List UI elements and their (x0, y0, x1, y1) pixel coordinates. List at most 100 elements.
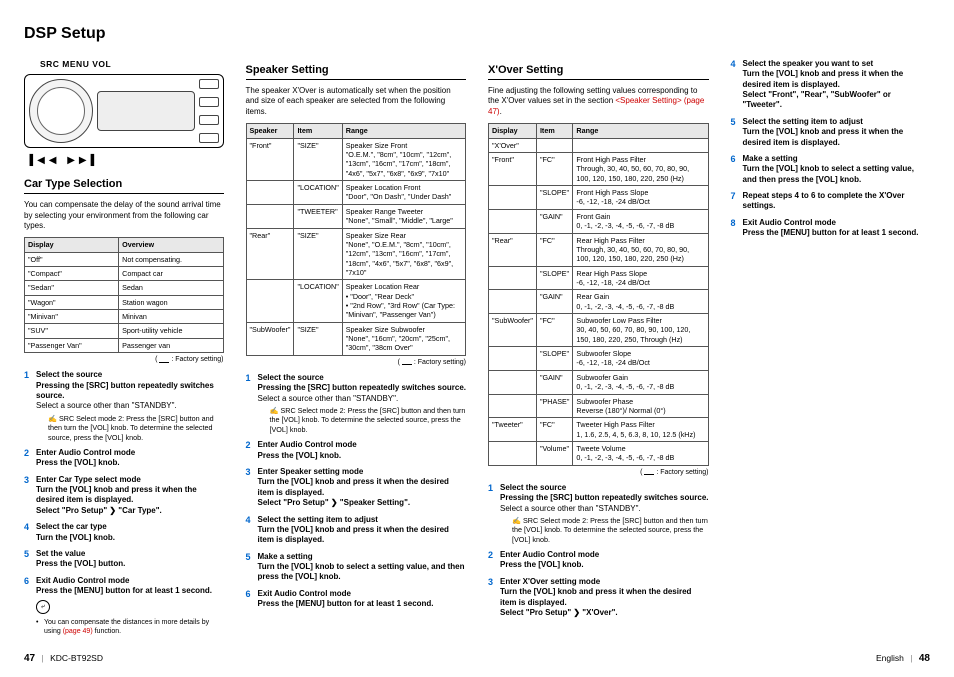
table-cell (489, 186, 537, 210)
step-note: SRC Select mode 2: Press the [SRC] butto… (512, 516, 709, 544)
table-cell: "Passenger Van" (25, 338, 119, 352)
table-cell: Speaker Location Front"Door", "On Dash",… (342, 181, 465, 205)
table-cell: "SubWoofer" (246, 322, 294, 355)
table-cell: "Sedan" (25, 281, 119, 295)
device-illustration (24, 74, 224, 148)
speaker-intro: The speaker X'Over is automatically set … (246, 86, 467, 117)
table-cell (573, 138, 708, 152)
table-cell: "GAIN" (536, 209, 572, 233)
factory-note: ( : Factory setting) (24, 355, 224, 364)
step-note: SRC Select mode 2: Press the [SRC] butto… (270, 406, 467, 434)
table-cell: Passenger van (119, 338, 223, 352)
table-cell: Sedan (119, 281, 223, 295)
table-cell: "SIZE" (294, 228, 342, 280)
car-type-title: Car Type Selection (24, 177, 224, 194)
table-cell: "SIZE" (294, 138, 342, 180)
table-cell: "Front" (489, 152, 537, 185)
step-note: Select a source other than "STANDBY". (36, 401, 224, 411)
table-cell (246, 181, 294, 205)
step-body: Turn the [VOL] knob and press it when th… (500, 587, 709, 608)
table-cell (489, 370, 537, 394)
step-head: Enter Audio Control mode (258, 440, 467, 450)
table-cell: "LOCATION" (294, 181, 342, 205)
table-cell (489, 394, 537, 418)
step-note: SRC Select mode 2: Press the [SRC] butto… (48, 414, 224, 442)
table-cell: Front High Pass Slope-6, -12, -18, -24 d… (573, 186, 708, 210)
xover-table: Display Item Range "X'Over" "Front""FC"F… (488, 123, 709, 465)
table-cell (489, 266, 537, 290)
table-cell: "FC" (536, 233, 572, 266)
table-cell: "SUV" (25, 324, 119, 338)
table-cell: Subwoofer Slope-6, -12, -18, -24 dB/Oct (573, 347, 708, 371)
step-body: Turn the [VOL] knob and press it when th… (258, 477, 467, 498)
table-cell (489, 441, 537, 465)
table-cell: Sport-utility vehicle (119, 324, 223, 338)
table-cell: "PHASE" (536, 394, 572, 418)
factory-note-2: ( : Factory setting) (246, 358, 467, 367)
step-head: Exit Audio Control mode (743, 218, 931, 228)
step-body: Press the [VOL] knob. (36, 458, 224, 468)
table-cell: Rear Gain0, -1, -2, -3, -4, -5, -6, -7, … (573, 290, 708, 314)
speaker-table: Speaker Item Range "Front""SIZE"Speaker … (246, 123, 467, 356)
table-cell: "Compact" (25, 267, 119, 281)
step-body: Press the [MENU] button for at least 1 s… (36, 586, 224, 596)
table-cell: "SIZE" (294, 322, 342, 355)
table-cell: Speaker Size Subwoofer"None", "16cm", "2… (342, 322, 465, 355)
speaker-title: Speaker Setting (246, 63, 467, 80)
table-cell: "LOCATION" (294, 280, 342, 322)
step-head: Select the setting item to adjust (743, 117, 931, 127)
table-cell: "Tweeter" (489, 418, 537, 442)
table-cell (489, 209, 537, 233)
step-head: Select the setting item to adjust (258, 515, 467, 525)
step-head: Enter Car Type select mode (36, 475, 224, 485)
step-body: Turn the [VOL] knob to select a setting … (743, 164, 931, 185)
step-body: Press the [MENU] button for at least 1 s… (258, 599, 467, 609)
table-cell: "FC" (536, 314, 572, 347)
table-cell (246, 204, 294, 228)
step-note: Select a source other than "STANDBY". (258, 394, 467, 404)
table-cell (246, 280, 294, 322)
step-body: Select "Pro Setup" ❯ "Speaker Setting". (258, 498, 467, 508)
transport-icons: ▐◀◀ ▶▶▌ (26, 154, 224, 167)
step-body: Turn the [VOL] knob and press it when th… (36, 485, 224, 506)
step-note: Select a source other than "STANDBY". (500, 504, 709, 514)
table-cell: Front Gain0, -1, -2, -3, -4, -5, -6, -7,… (573, 209, 708, 233)
table-cell: Compact car (119, 267, 223, 281)
step-head: Set the value (36, 549, 224, 559)
table-cell: "Off" (25, 252, 119, 266)
step-body: Turn the [VOL] knob and press it when th… (743, 69, 931, 90)
speaker-steps: Select the sourcePressing the [SRC] butt… (246, 373, 467, 610)
table-cell: "FC" (536, 418, 572, 442)
table-cell: Subwoofer Low Pass Filter30, 40, 50, 60,… (573, 314, 708, 347)
table-cell: "GAIN" (536, 290, 572, 314)
step-body: Pressing the [SRC] button repeatedly swi… (36, 381, 224, 402)
table-cell: "X'Over" (489, 138, 537, 152)
step-head: Enter X'Over setting mode (500, 577, 709, 587)
table-cell: "SLOPE" (536, 347, 572, 371)
table-cell: Rear High Pass FilterThrough, 30, 40, 50… (573, 233, 708, 266)
step-body: Pressing the [SRC] button repeatedly swi… (500, 493, 709, 503)
step-body: Select "Pro Setup" ❯ "X'Over". (500, 608, 709, 618)
step-body: Turn the [VOL] knob and press it when th… (743, 127, 931, 148)
table-cell (489, 347, 537, 371)
step-body: Select "Front", "Rear", "SubWoofer" or "… (743, 90, 931, 111)
table-cell: Front High Pass FilterThrough, 30, 40, 5… (573, 152, 708, 185)
xover-steps: Select the sourcePressing the [SRC] butt… (488, 483, 709, 619)
th-display: Display (25, 238, 119, 252)
table-cell (489, 290, 537, 314)
table-cell: "Volume" (536, 441, 572, 465)
xover-steps-cont: Select the speaker you want to setTurn t… (731, 59, 931, 239)
table-cell: "SLOPE" (536, 266, 572, 290)
table-cell: "GAIN" (536, 370, 572, 394)
step-body: Turn the [VOL] knob. (36, 533, 224, 543)
table-cell: "Wagon" (25, 295, 119, 309)
page-title: DSP Setup (24, 24, 930, 45)
factory-note-3: ( : Factory setting) (488, 468, 709, 477)
table-cell: Speaker Location Rear• "Door", "Rear Dec… (342, 280, 465, 322)
table-cell: "Front" (246, 138, 294, 180)
table-cell: "Minivan" (25, 310, 119, 324)
table-cell: "TWEETER" (294, 204, 342, 228)
step-body: Press the [MENU] button for at least 1 s… (743, 228, 931, 238)
table-cell: "Rear" (489, 233, 537, 266)
step-head: Exit Audio Control mode (36, 576, 224, 586)
